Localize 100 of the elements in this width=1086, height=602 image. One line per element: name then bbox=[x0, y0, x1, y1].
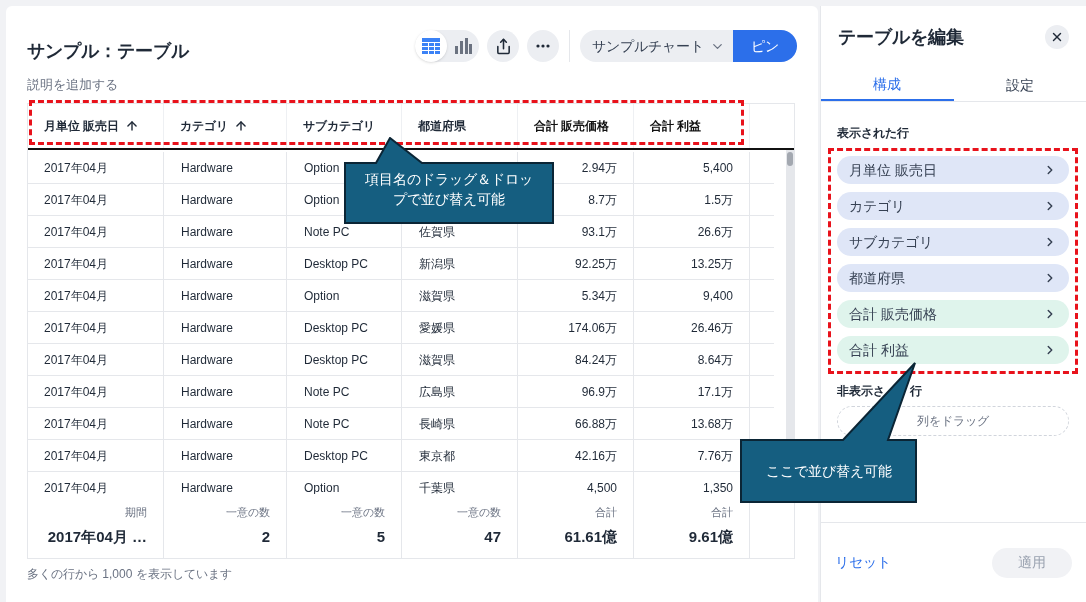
table-cell-text: 2017年04月 bbox=[44, 447, 109, 465]
table-cell-text: 新潟県 bbox=[419, 255, 455, 273]
column-chip[interactable]: サブカテゴリ bbox=[837, 228, 1069, 256]
column-header[interactable]: 合計 販売価格 bbox=[518, 104, 634, 148]
summary-value: 47 bbox=[484, 527, 501, 547]
table-cell-text: Hardware bbox=[181, 255, 234, 273]
more-icon bbox=[536, 44, 550, 48]
table-cell-text: 千葉県 bbox=[419, 479, 455, 494]
table-icon bbox=[422, 38, 440, 54]
share-icon bbox=[494, 37, 512, 55]
table-cell-text: 2017年04月 bbox=[44, 191, 109, 209]
summary-value: 2 bbox=[261, 527, 270, 547]
pin-button[interactable]: ピン bbox=[733, 30, 797, 62]
panel-tab[interactable]: 設定 bbox=[953, 70, 1086, 101]
bar-chart-icon bbox=[454, 38, 472, 54]
table-cell-text: Option bbox=[304, 287, 340, 305]
column-header[interactable]: 合計 利益 bbox=[634, 104, 750, 148]
table-cell-text: 8.64万 bbox=[697, 351, 733, 369]
table-cell-text: 東京都 bbox=[419, 447, 455, 465]
table-cell-text: 愛媛県 bbox=[419, 319, 455, 337]
table-cell-text: 滋賀県 bbox=[419, 287, 455, 305]
view-toggle-button[interactable] bbox=[415, 30, 447, 62]
table-cell-text: 4,500 bbox=[586, 479, 617, 494]
close-button[interactable] bbox=[1045, 25, 1069, 49]
table-cell-text: 13.25万 bbox=[690, 255, 733, 273]
table-cell-text: Hardware bbox=[181, 351, 234, 369]
close-icon bbox=[1050, 30, 1064, 44]
table-cell-text: 92.25万 bbox=[574, 255, 617, 273]
column-chip[interactable]: 合計 利益 bbox=[837, 336, 1069, 364]
callout-text: ここで並び替え可能 bbox=[765, 462, 893, 481]
chart-title: サンプル：テーブル bbox=[27, 40, 189, 63]
summary-label: 一意の数 bbox=[341, 504, 385, 520]
table-cell-text: 84.24万 bbox=[574, 351, 617, 369]
table-cell-text: 26.6万 bbox=[697, 223, 733, 241]
table-cell-text: 2017年04月 bbox=[44, 159, 109, 177]
callout-text: 項目名のドラッグ＆ドロップで並び替え可能 bbox=[364, 170, 534, 209]
table-cell-text: Desktop PC bbox=[304, 255, 369, 273]
table-cell-text: 174.06万 bbox=[568, 319, 617, 337]
table-cell-text: 1.5万 bbox=[704, 191, 733, 209]
table-cell-text: 93.1万 bbox=[581, 223, 617, 241]
table-cell-text: 2017年04月 bbox=[44, 287, 109, 305]
table-cell-text: Hardware bbox=[181, 287, 234, 305]
table-cell-text: Note PC bbox=[304, 223, 350, 241]
summary-label: 一意の数 bbox=[226, 504, 270, 520]
more-button[interactable] bbox=[527, 30, 559, 62]
table-cell-text: 7.76万 bbox=[697, 447, 733, 465]
table-cell-text: 1,350 bbox=[702, 479, 733, 494]
table-cell-text: 5.34万 bbox=[581, 287, 617, 305]
column-chip[interactable]: 都道府県 bbox=[837, 264, 1069, 292]
section-heading: 行 bbox=[910, 384, 922, 398]
table-cell-text: Hardware bbox=[181, 415, 234, 433]
summary-label: 合計 bbox=[711, 504, 733, 520]
column-header[interactable]: カテゴリ bbox=[164, 104, 287, 148]
table-cell-text: 66.88万 bbox=[574, 415, 617, 433]
table-cell-text: 8.7万 bbox=[588, 191, 617, 209]
column-chip[interactable]: 月単位 販売日 bbox=[837, 156, 1069, 184]
table-cell-text: Hardware bbox=[181, 159, 234, 177]
table-cell-text: Hardware bbox=[181, 319, 234, 337]
row-count-note: 多くの行から 1,000 を表示しています bbox=[27, 566, 233, 583]
table-cell-text: Desktop PC bbox=[304, 319, 369, 337]
table-cell-text: 2017年04月 bbox=[44, 415, 109, 433]
table-cell-text: 2017年04月 bbox=[44, 319, 109, 337]
column-chip[interactable]: カテゴリ bbox=[837, 192, 1069, 220]
table-cell-text: 2017年04月 bbox=[44, 383, 109, 401]
reset-link[interactable]: リセット bbox=[835, 552, 891, 573]
section-heading: 表示された行 bbox=[837, 126, 910, 140]
table-cell-text: 5,400 bbox=[702, 159, 733, 177]
table-cell-text: Hardware bbox=[181, 479, 234, 494]
table-cell-text: Hardware bbox=[181, 223, 234, 241]
table-cell-text: 96.9万 bbox=[581, 383, 617, 401]
summary-label: 合計 bbox=[595, 504, 617, 520]
sort-ascending-icon bbox=[234, 119, 248, 133]
sort-ascending-icon bbox=[125, 119, 140, 133]
table-cell-text: 42.16万 bbox=[574, 447, 617, 465]
table-cell-text: 17.1万 bbox=[697, 383, 733, 401]
table-cell-text: Note PC bbox=[304, 383, 350, 401]
summary-value: 9.61億 bbox=[688, 527, 733, 547]
column-header[interactable]: 月単位 販売日 bbox=[28, 104, 164, 148]
table-cell-text: 2017年04月 bbox=[44, 223, 109, 241]
table-cell-text: 9,400 bbox=[702, 287, 733, 305]
table-cell-text: 2017年04月 bbox=[44, 479, 109, 494]
share-button[interactable] bbox=[487, 30, 519, 62]
table-cell-text: Hardware bbox=[181, 447, 234, 465]
table-cell-text: 広島県 bbox=[419, 383, 455, 401]
table-cell-text: 佐賀県 bbox=[419, 223, 455, 241]
table-cell-text: 13.68万 bbox=[690, 415, 733, 433]
summary-value: 5 bbox=[376, 527, 385, 547]
table-cell-text: 2.94万 bbox=[581, 159, 617, 177]
table-cell-text: Option bbox=[304, 191, 340, 209]
table-cell-text: Desktop PC bbox=[304, 447, 369, 465]
panel-tab[interactable]: 構成 bbox=[821, 70, 954, 101]
chart-select[interactable]: サンプルチャート bbox=[580, 30, 733, 62]
table-cell-text: 2017年04月 bbox=[44, 351, 109, 369]
table-cell-text: Hardware bbox=[181, 383, 234, 401]
section-heading: 非表示さ bbox=[837, 384, 885, 398]
summary-value: 61.61億 bbox=[564, 527, 617, 547]
column-chip[interactable]: 合計 販売価格 bbox=[837, 300, 1069, 328]
summary-label: 期間 bbox=[125, 504, 147, 520]
description-placeholder[interactable]: 説明を追加する bbox=[27, 75, 189, 95]
table-cell-text: 26.46万 bbox=[690, 319, 733, 337]
